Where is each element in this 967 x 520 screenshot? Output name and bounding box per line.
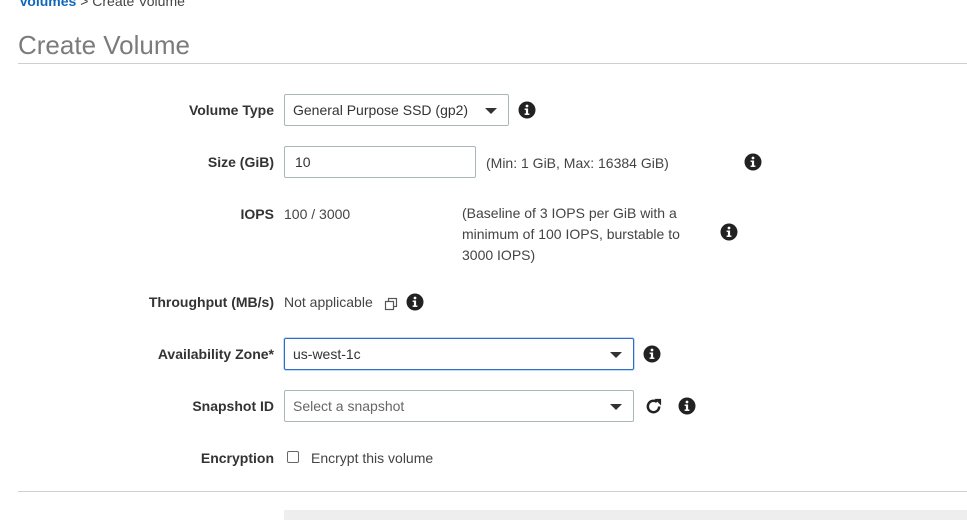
availability-zone-value: us-west-1c (293, 346, 361, 362)
chevron-down-icon (485, 108, 497, 114)
iops-hint-line: minimum of 100 IOPS, burstable to (462, 226, 680, 242)
breadcrumb-current: Create Volume (92, 0, 185, 9)
title-divider (18, 63, 967, 64)
breadcrumb-separator: > (80, 0, 89, 9)
iops-hint: (Baseline of 3 IOPS per GiB with a minim… (462, 203, 702, 266)
snapshot-id-placeholder: Select a snapshot (293, 398, 405, 414)
info-icon[interactable] (406, 293, 424, 311)
volume-type-label: Volume Type (188, 102, 274, 118)
encrypt-volume-label[interactable]: Encrypt this volume (311, 450, 433, 466)
volume-type-value: General Purpose SSD (gp2) (293, 102, 469, 118)
page-title: Create Volume (18, 30, 190, 60)
copy-icon[interactable] (384, 297, 398, 311)
chevron-down-icon (610, 352, 622, 358)
size-label: Size (GiB) (207, 154, 274, 170)
form-divider (18, 491, 967, 492)
encryption-label: Encryption (200, 450, 274, 466)
iops-label: IOPS (240, 206, 274, 222)
availability-zone-label: Availability Zone* (157, 346, 274, 362)
iops-value: 100 / 3000 (284, 206, 351, 222)
snapshot-id-select[interactable]: Select a snapshot (284, 390, 634, 422)
throughput-label: Throughput (MB/s) (148, 294, 274, 310)
breadcrumb-volumes-link[interactable]: Volumes (19, 0, 76, 9)
volume-type-select[interactable]: General Purpose SSD (gp2) (284, 94, 509, 126)
throughput-value: Not applicable (284, 294, 373, 310)
size-hint: (Min: 1 GiB, Max: 16384 GiB) (486, 155, 669, 171)
availability-zone-select[interactable]: us-west-1c (284, 338, 634, 370)
info-icon[interactable] (643, 345, 661, 363)
info-icon[interactable] (744, 153, 762, 171)
snapshot-id-label: Snapshot ID (192, 398, 274, 414)
encrypt-volume-checkbox[interactable] (287, 451, 299, 463)
iops-hint-line: (Baseline of 3 IOPS per GiB with a (462, 205, 677, 221)
info-icon[interactable] (720, 223, 738, 241)
chevron-down-icon (610, 404, 622, 410)
refresh-icon[interactable] (644, 397, 663, 416)
footer-bar (284, 510, 967, 520)
info-icon[interactable] (518, 101, 536, 119)
iops-hint-line: 3000 IOPS) (462, 247, 536, 263)
size-input[interactable] (284, 146, 476, 178)
breadcrumb: Volumes > Create Volume (19, 0, 185, 9)
info-icon[interactable] (678, 397, 696, 415)
